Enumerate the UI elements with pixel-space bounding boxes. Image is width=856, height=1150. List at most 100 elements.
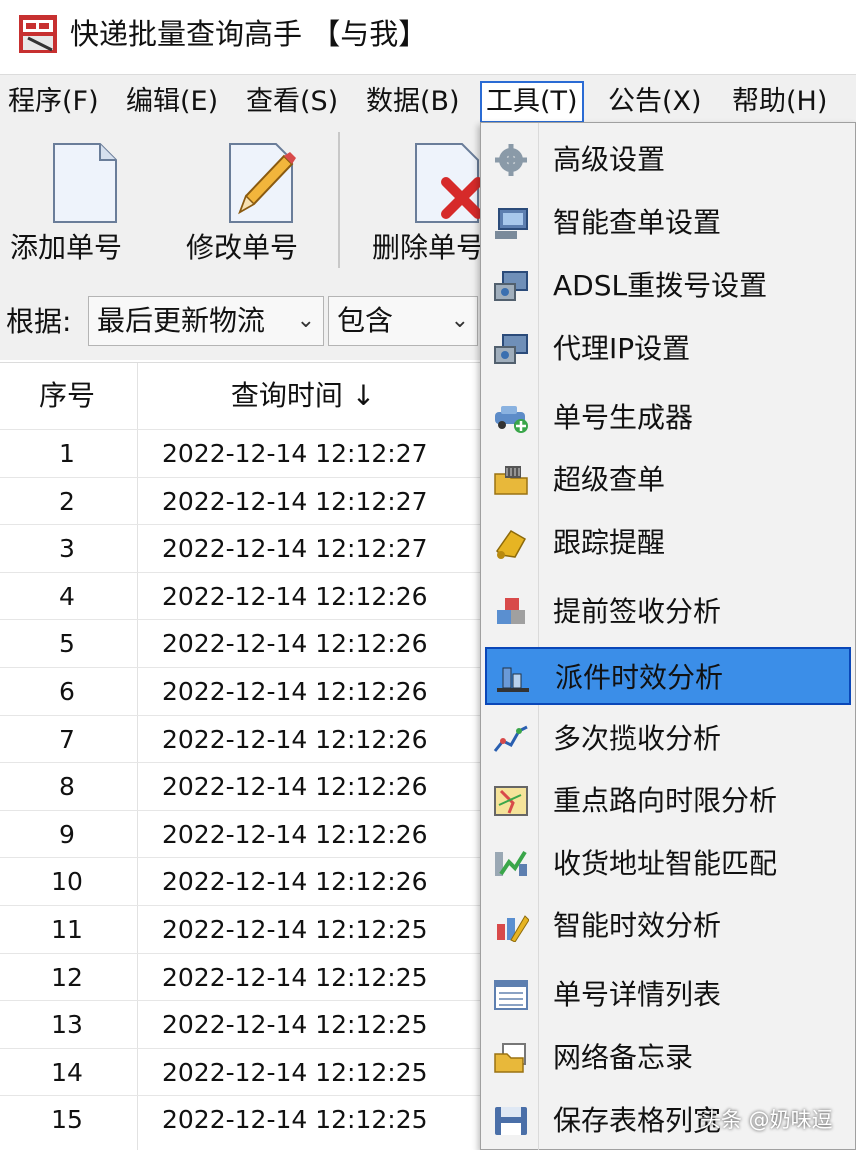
cell-query-time: 2022-12-14 12:12:26 [162,581,428,611]
table-row[interactable]: 5 2022-12-14 12:12:26 [0,619,490,667]
menu-edit[interactable]: 编辑(E) [122,81,222,123]
menu-item-tools-5[interactable]: 超级查单 [485,451,851,509]
menu-item-tools-13[interactable]: 单号详情列表 [485,966,851,1024]
menu-item-tools-12[interactable]: 智能时效分析 [485,897,851,955]
menu-item-tools-10[interactable]: 重点路向时限分析 [485,772,851,830]
cell-query-time: 2022-12-14 12:12:25 [162,962,428,992]
network-icon [494,334,528,364]
cell-index: 4 [59,581,75,611]
menu-item-label: 网络备忘录 [553,1041,694,1074]
menu-help[interactable]: 帮助(H) [728,81,831,123]
table-row[interactable]: 6 2022-12-14 12:12:26 [0,667,490,715]
menu-view[interactable]: 查看(S) [242,81,342,123]
menu-item-label: 保存表格列宽 [553,1104,722,1137]
map-icon [494,786,528,816]
chart-pencil-icon [497,915,529,942]
cell-index: 9 [59,819,75,849]
cell-query-time: 2022-12-14 12:12:27 [162,486,428,516]
table-row[interactable]: 1 2022-12-14 12:12:27 [0,429,490,477]
document-icon [53,143,117,223]
bar-chart-icon [497,667,529,692]
cell-index: 15 [51,1105,83,1135]
menu-tools[interactable]: 工具(T) [480,81,584,123]
toolbar: 添加单号 修改单号 删除单号 [0,126,490,288]
table-row[interactable]: 7 2022-12-14 12:12:26 [0,714,490,763]
table-row[interactable]: 4 2022-12-14 12:12:26 [0,571,490,620]
table-row[interactable]: 11 2022-12-14 12:12:25 [0,905,490,953]
table-row[interactable]: 14 2022-12-14 12:12:25 [0,1047,490,1096]
menu-bar: 程序(F) 编辑(E) 查看(S) 数据(B) 工具(T) 公告(X) 帮助(H… [0,74,856,126]
menu-item-tools-1[interactable]: 智能查单设置 [485,194,851,252]
menu-item-tools-6[interactable]: 跟踪提醒 [485,514,851,572]
cell-query-time: 2022-12-14 12:12:27 [162,439,428,468]
menu-item-label: 提前签收分析 [553,595,722,628]
cell-query-time: 2022-12-14 12:12:26 [162,772,428,802]
menu-item-label: 单号生成器 [553,401,694,434]
menu-data[interactable]: 数据(B) [362,81,464,123]
menu-item-tools-7[interactable]: 提前签收分析 [485,583,851,641]
tools-dropdown-menu: 高级设置智能查单设置 ADSL重拨号设置 代理IP设置 单号生成器超级查单 跟踪提醒提前… [480,122,856,1150]
table-row[interactable]: 3 2022-12-14 12:12:27 [0,524,490,572]
menu-item-tools-14[interactable]: 网络备忘录 [485,1029,851,1087]
cell-query-time: 2022-12-14 12:12:25 [162,1105,428,1135]
menu-item-tools-4[interactable]: 单号生成器 [485,389,851,447]
cell-query-time: 2022-12-14 12:12:26 [162,677,428,706]
menu-item-tools-2[interactable]: ADSL重拨号设置 [485,257,851,315]
menu-item-tools-11[interactable]: 收货地址智能匹配 [485,835,851,893]
filter-operator-value: 包含 [337,304,394,337]
add-number-button[interactable]: 添加单号 [10,136,150,276]
table-row[interactable]: 12 2022-12-14 12:12:25 [0,952,490,1001]
folder-icon [494,466,528,495]
address-match-icon [495,850,527,876]
title-bar: 快递批量查询高手 【与我】 [0,0,856,74]
app-icon [19,15,57,53]
table-row[interactable]: 9 2022-12-14 12:12:26 [0,809,490,858]
column-header-query-time[interactable]: 查询时间 ↓ [138,363,468,429]
table-row[interactable]: 8 2022-12-14 12:12:26 [0,762,490,810]
cell-index: 12 [51,962,83,992]
table-row[interactable]: 2 2022-12-14 12:12:27 [0,476,490,525]
menu-item-label: 重点路向时限分析 [553,784,778,817]
menu-item-tools-3[interactable]: 代理IP设置 [485,320,851,378]
menu-item-label: 单号详情列表 [553,978,722,1011]
menu-item-tools-9[interactable]: 多次揽收分析 [485,710,851,768]
menu-item-label: 派件时效分析 [555,661,724,694]
bell-icon [496,530,527,559]
menu-item-label: 代理IP设置 [553,332,691,365]
table-row[interactable]: 10 2022-12-14 12:12:26 [0,857,490,905]
menu-item-label: 多次揽收分析 [553,722,722,755]
cell-query-time: 2022-12-14 12:12:26 [162,724,428,754]
network-icon [494,271,528,301]
cell-index: 13 [51,1010,83,1040]
notes-icon [494,1043,526,1073]
menu-item-label: ADSL重拨号设置 [553,269,768,302]
cell-index: 7 [59,724,75,754]
table-row[interactable]: 13 2022-12-14 12:12:25 [0,1000,490,1048]
filter-bar: 根据: 最后更新物流 ⌄ 包含 ⌄ [0,288,490,360]
pencil-icon [229,143,296,223]
chevron-down-icon: ⌄ [450,308,469,333]
line-chart-icon [493,725,528,752]
filter-field-select[interactable]: 最后更新物流 ⌄ [88,296,324,346]
menu-notice[interactable]: 公告(X) [604,81,706,123]
toolbar-separator [338,132,340,268]
menu-item-label: 智能时效分析 [553,909,722,942]
watermark: 头条 @奶味逗 [700,1108,833,1132]
menu-item-tools-8[interactable]: 派件时效分析 [485,647,851,705]
cell-query-time: 2022-12-14 12:12:26 [162,819,428,849]
cell-index: 5 [59,629,75,659]
column-header-index[interactable]: 序号 [0,363,134,429]
cell-query-time: 2022-12-14 12:12:26 [162,867,428,897]
cell-index: 11 [51,915,83,944]
menu-item-label: 收货地址智能匹配 [553,847,778,880]
edit-number-button[interactable]: 修改单号 [186,136,326,276]
menu-program[interactable]: 程序(F) [4,81,103,123]
filter-operator-select[interactable]: 包含 ⌄ [328,296,478,346]
edit-number-label: 修改单号 [186,231,299,264]
cubes-icon [497,598,525,624]
save-icon [495,1107,527,1135]
gear-icon [495,144,527,176]
menu-item-tools-0[interactable]: 高级设置 [485,131,851,189]
table-row[interactable]: 15 2022-12-14 12:12:25 [0,1095,490,1143]
menu-item-label: 高级设置 [553,143,666,176]
